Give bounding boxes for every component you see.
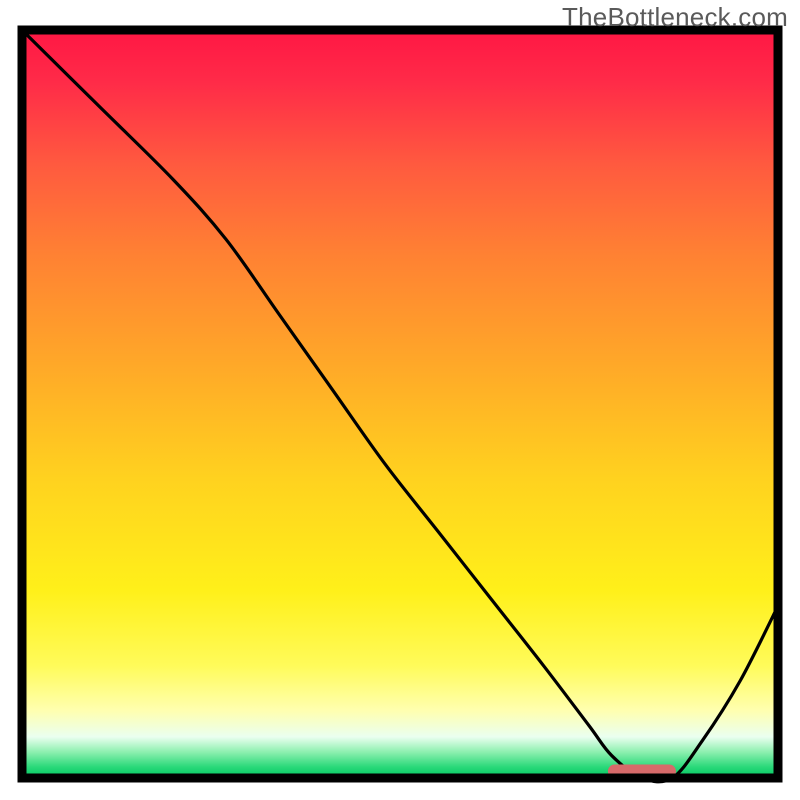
watermark-text: TheBottleneck.com [562, 2, 788, 33]
chart-frame: TheBottleneck.com [0, 0, 800, 800]
bottleneck-plot [0, 0, 800, 800]
